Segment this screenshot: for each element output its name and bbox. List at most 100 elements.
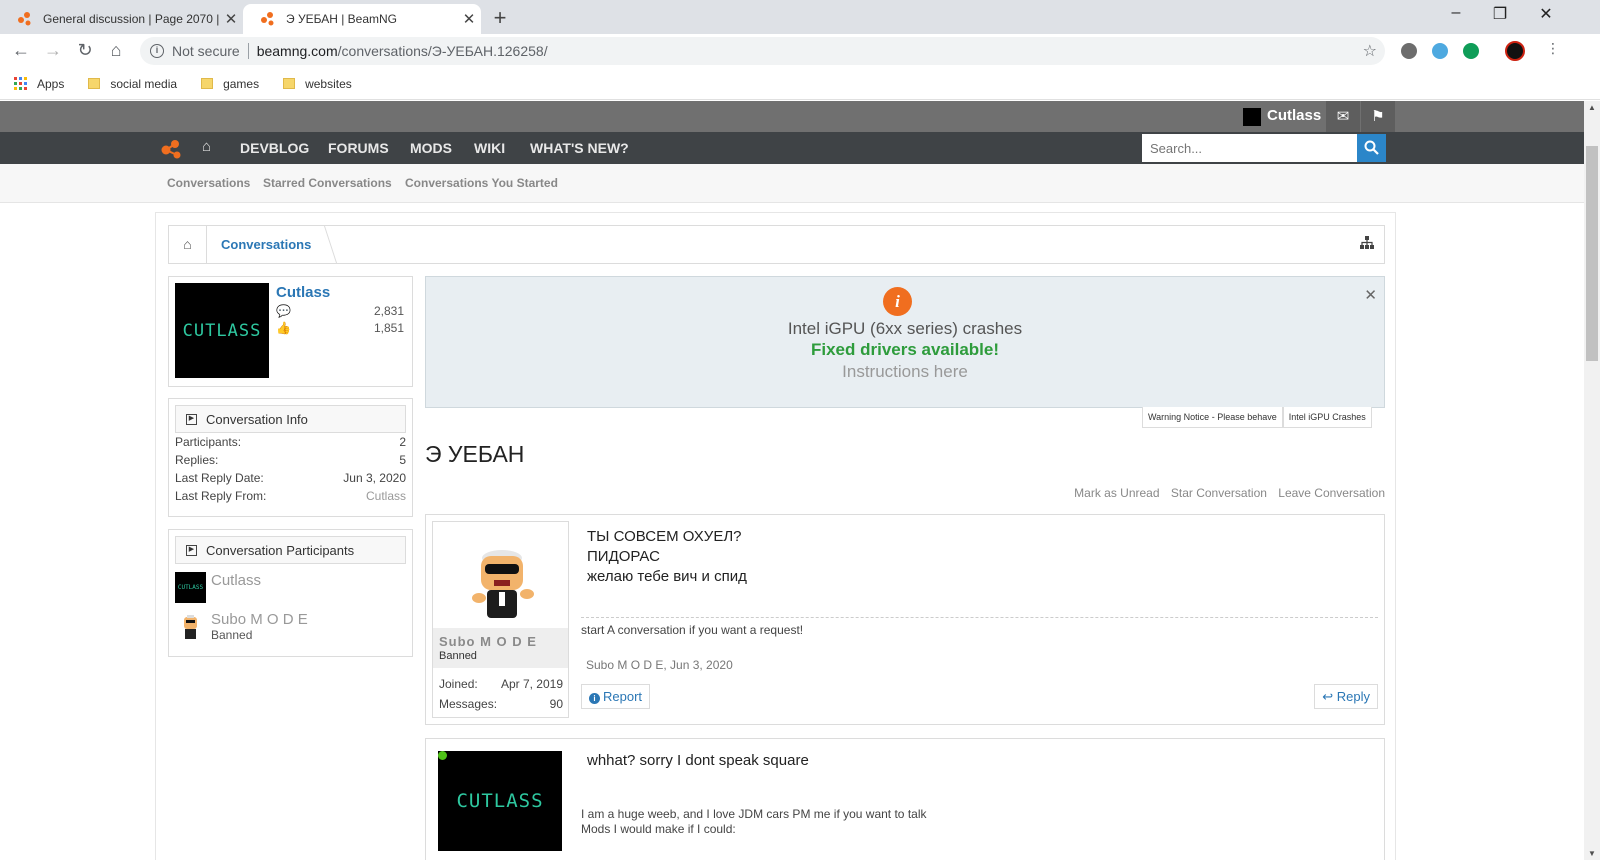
conversation-title: Э УЕБАН (425, 441, 525, 467)
extension-icon[interactable] (1432, 43, 1448, 59)
search-button[interactable] (1357, 134, 1386, 162)
address-bar[interactable]: i Not secure beamng.com /conversations/Э… (140, 37, 1385, 65)
new-tab-button[interactable]: + (488, 5, 512, 31)
author-name[interactable]: Subo M O D E (439, 634, 537, 649)
page-scrollbar[interactable]: ▲ ▼ (1584, 101, 1600, 860)
scroll-down-icon[interactable]: ▼ (1588, 849, 1596, 858)
subnav-you-started[interactable]: Conversations You Started (405, 176, 558, 190)
participant-name[interactable]: Subo M O D E (211, 611, 308, 628)
info-icon[interactable]: i (150, 44, 164, 58)
user-name-link[interactable]: Cutlass (1267, 107, 1321, 124)
nav-devblog[interactable]: DEVBLOG (240, 140, 309, 156)
bookmark-apps[interactable]: Apps (14, 77, 64, 91)
thumbs-up-icon: 👍 (276, 321, 291, 335)
info-value: Jun 3, 2020 (343, 471, 406, 485)
minimize-button[interactable]: – (1446, 4, 1466, 22)
alerts-flag-icon[interactable]: ⚑ (1361, 101, 1395, 132)
heading-text: Conversation Participants (206, 542, 355, 558)
nav-forums[interactable]: FORUMS (328, 140, 389, 156)
folder-icon (283, 78, 296, 89)
conversation-info-panel: ▶ Conversation Info Participants: 2 Repl… (168, 398, 413, 517)
site-navbar: ⌂ DEVBLOG FORUMS MODS WIKI WHAT'S NEW? (0, 132, 1584, 164)
message-user-info: CUTLASS (432, 745, 569, 860)
message-line: ПИДОРАС (587, 548, 660, 565)
message-meta[interactable]: Subo M O D E, Jun 3, 2020 (586, 658, 733, 672)
visitor-name[interactable]: Cutlass (276, 284, 330, 301)
tab-close-icon[interactable]: ✕ (457, 10, 481, 28)
beamng-logo-icon[interactable] (160, 138, 186, 160)
bookmark-label: social media (110, 76, 178, 91)
browser-tabstrip: General discussion | Page 2070 | ✕ Э УЕБ… (0, 0, 1600, 34)
last-reply-user-link[interactable]: Cutlass (366, 487, 406, 505)
notice-tab-warning[interactable]: Warning Notice - Please behave (1142, 407, 1283, 428)
participant-avatar[interactable]: CUTLASS (175, 572, 206, 603)
window-close-button[interactable]: ✕ (1536, 4, 1556, 24)
leave-conversation-link[interactable]: Leave Conversation (1278, 486, 1385, 500)
bookmark-star-icon[interactable]: ☆ (1363, 41, 1377, 61)
visitor-avatar[interactable]: CUTLASS (175, 283, 269, 378)
subnav-conversations[interactable]: Conversations (167, 176, 250, 190)
scroll-up-icon[interactable]: ▲ (1588, 103, 1596, 112)
restore-button[interactable]: ❐ (1490, 4, 1510, 24)
browser-tab-general-discussion[interactable]: General discussion | Page 2070 | ✕ (0, 4, 243, 34)
menu-kebab-icon[interactable]: ⋮ (1541, 40, 1565, 57)
message-line: ТЫ СОВСЕМ ОХУЕЛ? (587, 528, 742, 545)
visitor-messages-stat: 💬 2,831 (276, 304, 404, 318)
author-avatar[interactable]: CUTLASS (438, 751, 562, 851)
bookmark-folder-social-media[interactable]: social media (86, 77, 177, 91)
bookmark-folder-websites[interactable]: websites (281, 77, 352, 91)
participant-item[interactable]: CUTLASS Cutlass (175, 572, 405, 604)
notice-tabs: Warning Notice - Please behave Intel iGP… (1142, 407, 1372, 428)
url-path: /conversations/Э-УЕБАН.126258/ (337, 43, 548, 59)
participant-avatar[interactable] (175, 611, 206, 642)
bookmarks-bar: Apps social media games websites (0, 68, 1600, 100)
info-badge-icon: i (883, 287, 912, 316)
subnav-starred[interactable]: Starred Conversations (263, 176, 392, 190)
participant-item[interactable]: Subo M O D E Banned (175, 611, 405, 643)
site-notice: i Intel iGPU (6xx series) crashes Fixed … (425, 276, 1385, 408)
bookmark-label: games (223, 76, 260, 91)
notice-instructions-link[interactable]: Instructions here (426, 362, 1384, 382)
extension-icon[interactable] (1463, 43, 1479, 59)
participants-panel: ▶ Conversation Participants CUTLASS Cutl… (168, 529, 413, 657)
report-button[interactable]: i Report (581, 684, 651, 709)
extension-icon[interactable] (1401, 43, 1417, 59)
message-user-info: Subo M O D E Banned Joined: Apr 7, 2019 … (432, 521, 569, 718)
home-icon[interactable]: ⌂ (104, 40, 128, 61)
inbox-envelope-icon[interactable]: ✉ (1326, 101, 1360, 132)
info-row-replies: Replies: 5 (175, 451, 406, 469)
forward-icon[interactable]: → (41, 40, 65, 61)
back-icon[interactable]: ← (9, 40, 33, 61)
info-value: 2 (399, 435, 406, 449)
conversation-info-heading: ▶ Conversation Info (175, 405, 406, 433)
nav-whats-new[interactable]: WHAT'S NEW? (530, 140, 629, 156)
stat-value: Apr 7, 2019 (500, 677, 563, 691)
search-input[interactable] (1142, 134, 1357, 162)
breadcrumb-home-icon[interactable]: ⌂ (169, 226, 207, 263)
message-line: желаю тебе вич и спид (587, 568, 747, 585)
author-messages: Messages: 90 (439, 697, 563, 711)
nav-wiki[interactable]: WIKI (474, 140, 505, 156)
author-avatar[interactable] (439, 528, 563, 628)
visitor-panel: CUTLASS Cutlass 💬 2,831 👍 1,851 (168, 276, 413, 387)
sitemap-icon[interactable] (1360, 236, 1374, 252)
nav-mods[interactable]: MODS (410, 140, 452, 156)
browser-tab-conversation[interactable]: Э УЕБАН | BeamNG ✕ (243, 4, 481, 34)
scroll-thumb[interactable] (1586, 146, 1598, 361)
mark-unread-link[interactable]: Mark as Unread (1074, 486, 1159, 500)
stat-label: Joined: (439, 677, 478, 691)
star-conversation-link[interactable]: Star Conversation (1171, 486, 1267, 500)
reload-icon[interactable]: ↻ (73, 40, 97, 61)
bookmark-folder-games[interactable]: games (199, 77, 259, 91)
reply-button[interactable]: ↩ Reply (1314, 684, 1378, 709)
profile-avatar[interactable] (1505, 41, 1525, 61)
notice-tab-igpu[interactable]: Intel iGPU Crashes (1282, 407, 1372, 428)
tab-close-icon[interactable]: ✕ (219, 10, 243, 28)
breadcrumb-conversations[interactable]: Conversations (221, 237, 311, 252)
notice-close-icon[interactable]: ✕ (1364, 286, 1377, 304)
web-page: Cutlass ✉ ⚑ ⌂ DEVBLOG FORUMS MODS WIKI W… (0, 101, 1584, 860)
user-avatar[interactable] (1243, 108, 1261, 126)
home-icon[interactable]: ⌂ (202, 138, 211, 155)
message: Subo M O D E Banned Joined: Apr 7, 2019 … (425, 514, 1385, 725)
participant-name[interactable]: Cutlass (211, 572, 261, 589)
